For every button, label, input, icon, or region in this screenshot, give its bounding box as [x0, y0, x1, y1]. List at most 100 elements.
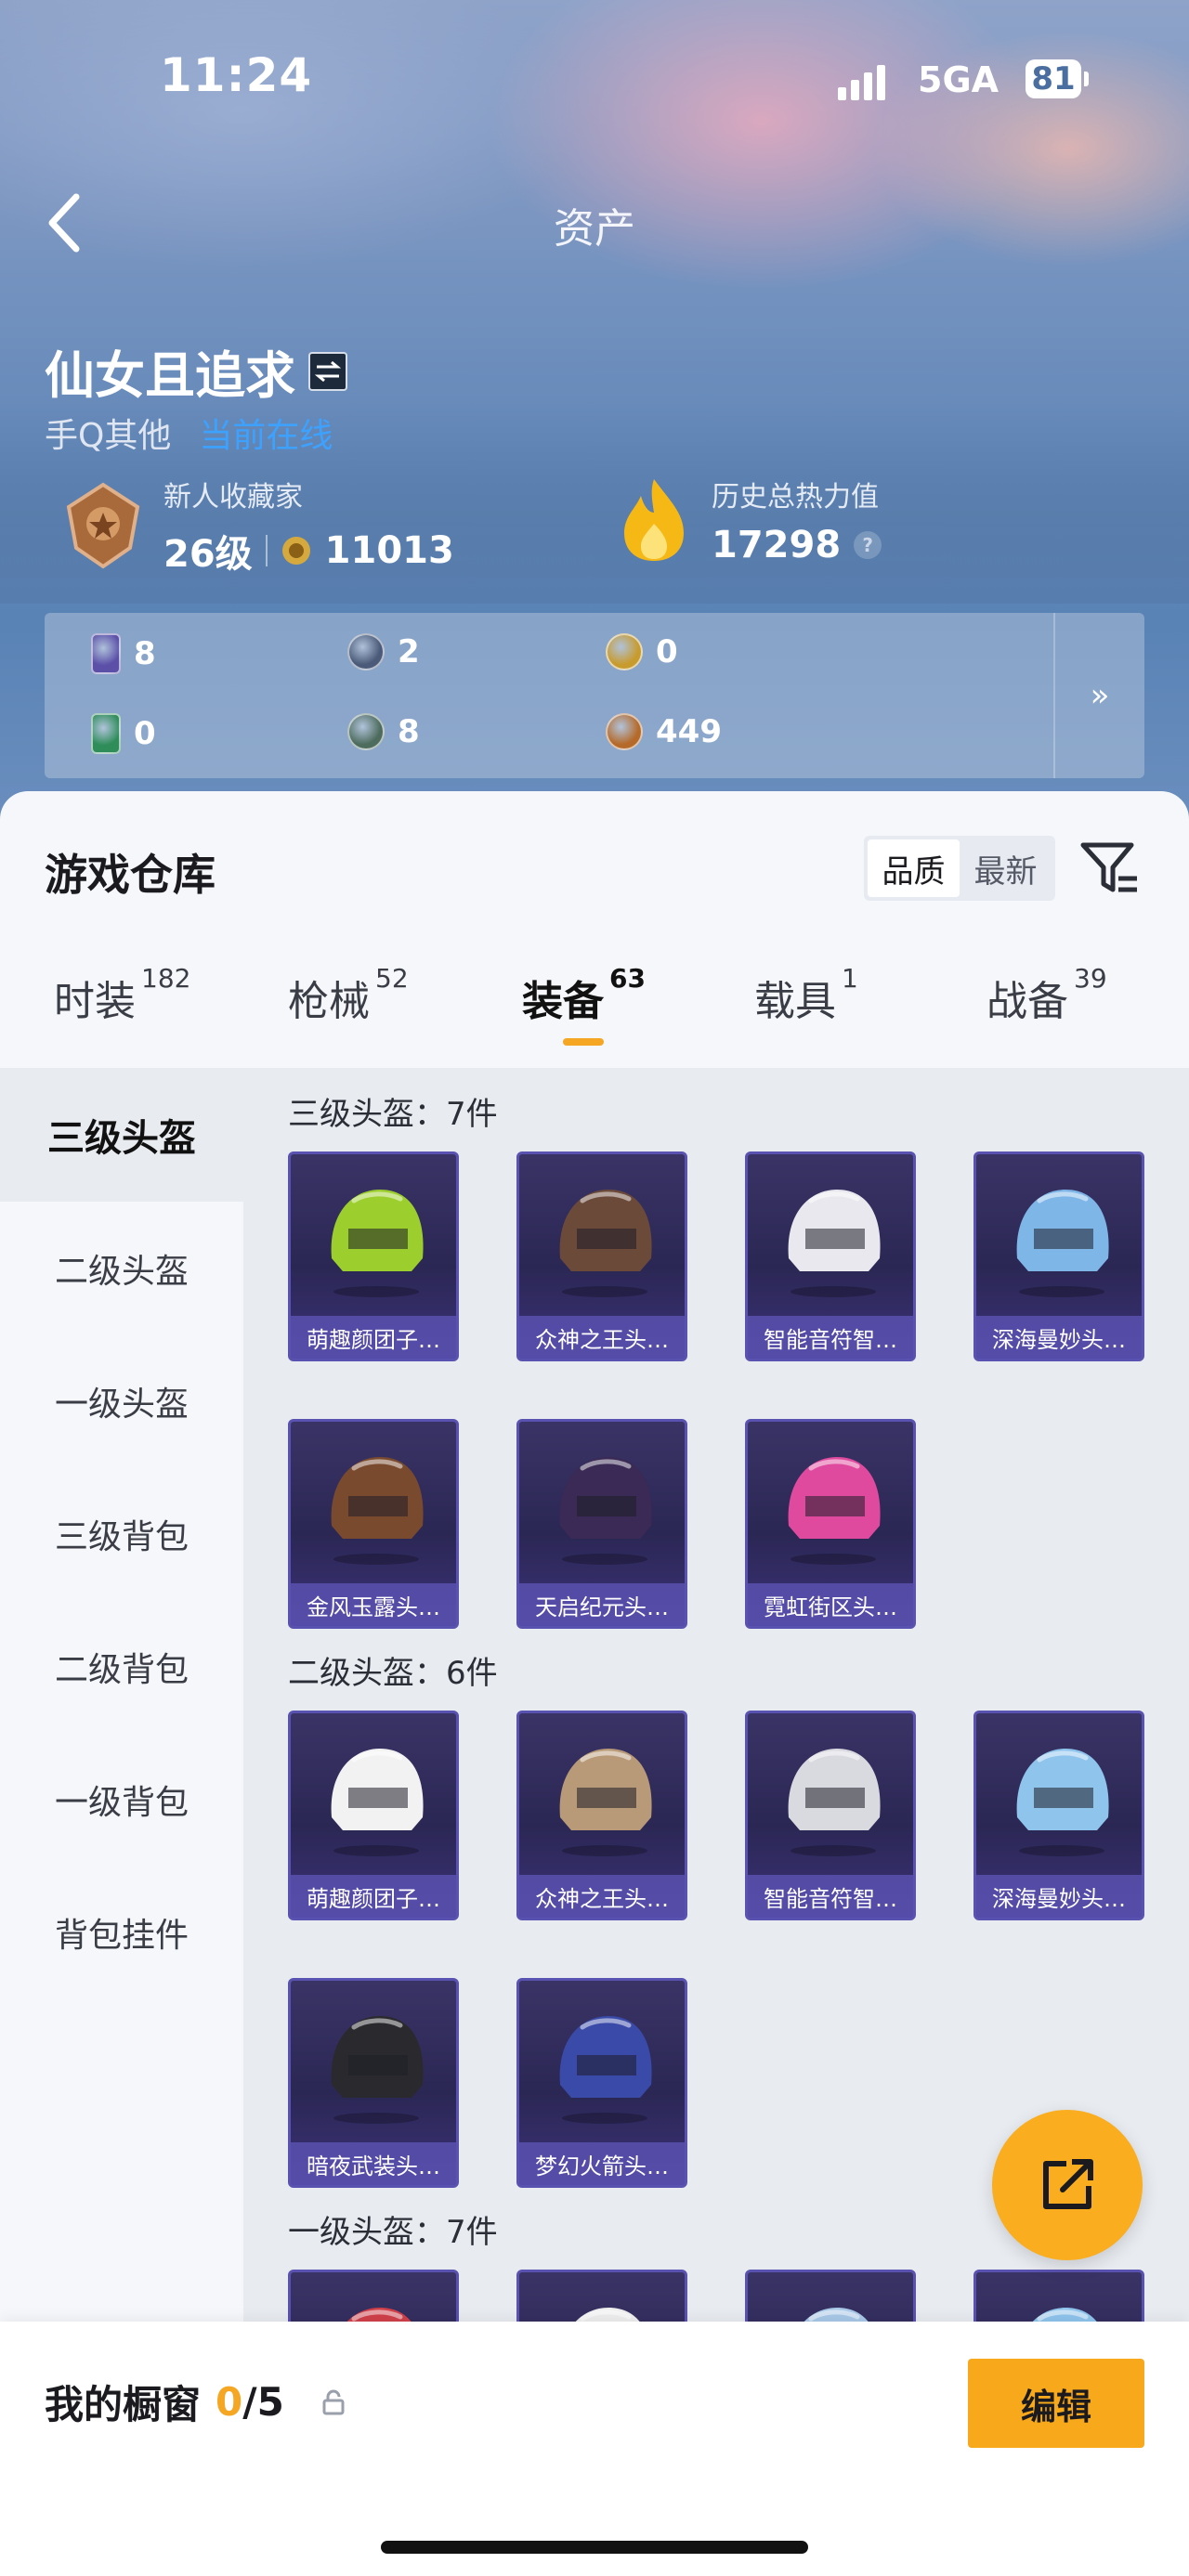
tab-count: 182	[141, 963, 191, 995]
helmet-icon	[331, 2016, 424, 2124]
flame-icon	[624, 479, 684, 561]
showcase-info: 我的橱窗 0/5	[45, 2374, 346, 2430]
item-card[interactable]	[973, 2270, 1144, 2322]
item-card[interactable]: 智能音符智…	[745, 1151, 916, 1361]
currency-item: 0	[606, 633, 678, 670]
item-name: 萌趣颜团子…	[291, 1875, 456, 1918]
item-card[interactable]: 霓虹街区头…	[745, 1419, 916, 1629]
sidebar-item-lvl2-helmet[interactable]: 二级头盔	[0, 1202, 243, 1335]
item-card[interactable]: 萌趣颜团子…	[288, 1711, 459, 1920]
heat-value-row: 17298 ?	[712, 524, 882, 566]
heat-value: 17298	[712, 524, 842, 566]
item-name: 智能音符智…	[748, 1875, 913, 1918]
item-card[interactable]: 天启纪元头…	[516, 1419, 687, 1629]
item-name: 众神之王头…	[519, 1316, 685, 1359]
heat-label: 历史总热力值	[712, 481, 879, 514]
tab-label: 装备	[522, 978, 604, 1025]
item-card[interactable]	[516, 2270, 687, 2322]
item-card[interactable]: 众神之王头…	[516, 1151, 687, 1361]
helmet-icon	[559, 1190, 652, 1297]
helmet-icon	[331, 1749, 424, 1856]
tab-supplies[interactable]: 战备 39	[986, 963, 1107, 1027]
coin-ring-icon	[347, 633, 385, 670]
item-name: 众神之王头…	[519, 1875, 685, 1918]
subcategory-sidebar: 三级头盔 二级头盔 一级头盔 三级背包 二级背包 一级背包 背包挂件	[0, 1068, 243, 2322]
tab-equipment[interactable]: 装备 63	[522, 963, 646, 1046]
helmet-icon	[559, 1749, 652, 1856]
sidebar-item-lvl3-backpack[interactable]: 三级背包	[0, 1467, 243, 1601]
currency-more-button[interactable]: »	[1053, 613, 1144, 778]
item-card[interactable]: 萌趣颜团子…	[288, 1151, 459, 1361]
helmet-icon	[331, 1457, 424, 1565]
player-meta: 手Q其他 当前在线	[45, 409, 333, 457]
currency-value: 0	[656, 633, 678, 670]
tab-label: 枪械	[288, 978, 370, 1025]
item-card[interactable]: 梦幻火箭头…	[516, 1978, 687, 2188]
tab-vehicles[interactable]: 载具 1	[754, 963, 858, 1027]
switch-account-icon[interactable]	[308, 351, 347, 391]
tab-label: 战备	[986, 978, 1068, 1025]
item-name: 金风玉露头…	[291, 1583, 456, 1626]
helmet-icon	[1016, 1749, 1109, 1856]
showcase-count: 0	[216, 2379, 243, 2425]
gem-icon	[347, 713, 385, 750]
item-name: 霓虹街区头…	[748, 1583, 913, 1626]
item-name: 暗夜武装头…	[291, 2142, 456, 2185]
item-name: 深海曼妙头…	[976, 1316, 1142, 1359]
item-card[interactable]: 众神之王头…	[516, 1711, 687, 1920]
share-button[interactable]	[992, 2110, 1143, 2260]
item-name: 天启纪元头…	[519, 1583, 685, 1626]
item-card[interactable]: 暗夜武装头…	[288, 1978, 459, 2188]
group-title: 二级头盔：6件	[288, 1655, 498, 1692]
collector-badge-icon	[66, 482, 140, 569]
signal-icon	[838, 65, 885, 100]
sidebar-item-lvl1-backpack[interactable]: 一级背包	[0, 1733, 243, 1867]
currency-item: 2	[347, 633, 420, 670]
helmet-icon	[346, 2308, 412, 2322]
item-card[interactable]: 金风玉露头…	[288, 1419, 459, 1629]
lock-icon	[322, 2389, 345, 2414]
helmet-icon	[788, 1749, 881, 1856]
sidebar-item-backpack-charm[interactable]: 背包挂件	[0, 1866, 243, 1999]
points-badge-icon	[281, 537, 310, 565]
item-card[interactable]: 深海曼妙头…	[973, 1151, 1144, 1361]
battery-icon: 81	[1026, 59, 1089, 98]
sort-newest[interactable]: 最新	[960, 839, 1052, 897]
currency-panel: 8 2 0 0 8 449 »	[45, 613, 1144, 778]
status-time: 11:24	[160, 48, 313, 102]
item-card[interactable]: 智能音符智…	[745, 1711, 916, 1920]
sidebar-item-lvl2-backpack[interactable]: 二级背包	[0, 1600, 243, 1734]
player-name-text: 仙女且追求	[45, 346, 295, 405]
currency-value: 2	[398, 633, 420, 670]
item-name: 智能音符智…	[748, 1316, 913, 1359]
sidebar-item-lvl3-helmet[interactable]: 三级头盔	[0, 1068, 243, 1202]
group-title: 三级头盔：7件	[288, 1096, 498, 1133]
item-name: 深海曼妙头…	[976, 1875, 1142, 1918]
help-icon[interactable]: ?	[854, 531, 882, 559]
tab-fashion[interactable]: 时装 182	[54, 963, 190, 1027]
item-card[interactable]	[745, 2270, 916, 2322]
collector-title: 新人收藏家	[163, 481, 303, 514]
player-name: 仙女且追求	[45, 334, 347, 408]
helmet-icon	[331, 1190, 424, 1297]
sort-quality[interactable]: 品质	[868, 839, 960, 897]
edit-button[interactable]: 编辑	[968, 2359, 1144, 2448]
collector-level-row: 26级 11013	[163, 524, 454, 578]
sidebar-item-lvl1-helmet[interactable]: 一级头盔	[0, 1334, 243, 1468]
warehouse-title: 游戏仓库	[45, 850, 216, 900]
collector-stat: 新人收藏家 26级 11013	[63, 474, 454, 578]
tab-count: 52	[375, 963, 409, 995]
home-indicator	[381, 2541, 808, 2554]
tab-guns[interactable]: 枪械 52	[288, 963, 409, 1027]
helmet-icon	[1032, 2308, 1097, 2322]
helmet-icon	[575, 2308, 640, 2322]
green-card-icon	[91, 713, 121, 754]
item-card[interactable]: 深海曼妙头…	[973, 1711, 1144, 1920]
sort-toggle: 品质 最新	[864, 836, 1055, 901]
showcase-bar: 我的橱窗 0/5 编辑	[0, 2322, 1189, 2576]
tab-count: 1	[842, 963, 858, 995]
card-icon	[91, 633, 121, 674]
tab-count: 39	[1074, 963, 1107, 995]
item-card[interactable]	[288, 2270, 459, 2322]
filter-icon[interactable]	[1078, 838, 1143, 899]
